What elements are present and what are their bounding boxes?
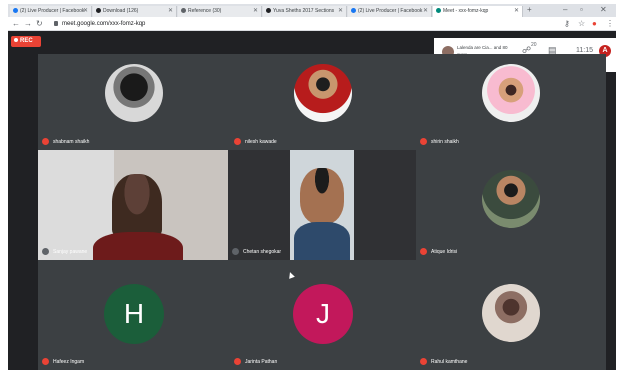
facebook-icon [13, 8, 18, 14]
participant-name: Jarinta Pathan [234, 358, 277, 366]
mic-off-icon [420, 358, 427, 366]
back-icon[interactable]: ← [12, 18, 20, 30]
close-icon[interactable]: ✕ [253, 6, 258, 17]
mic-off-icon [42, 358, 49, 366]
participant-name: shabnam shaikh [42, 138, 89, 146]
tab-label: Yuva Sheths 2017 Sections [273, 8, 335, 14]
participant-initial: J [293, 284, 353, 344]
star-icon[interactable]: ☆ [578, 18, 585, 30]
browser-tab-active[interactable]: Meet - xxx-fomz-kqp ✕ [433, 6, 523, 17]
tab-label: Download (126) [103, 8, 139, 14]
url-field[interactable]: meet.google.com/xxx-fomz-kqp [54, 19, 544, 29]
tab-label: (2) Live Producer | Facebook [358, 8, 423, 14]
new-tab-icon[interactable]: + [527, 5, 532, 14]
close-icon[interactable]: ✕ [423, 6, 428, 17]
browser-tab[interactable]: (2) Live Producer | Facebook ✕ [348, 6, 432, 17]
participant-shirt [294, 222, 350, 260]
close-icon[interactable]: ✕ [338, 6, 343, 17]
mic-off-icon [234, 138, 241, 146]
participant-video[interactable]: Chetan shegokar [228, 150, 416, 260]
participant-tile[interactable]: nilesh kawade [230, 54, 416, 150]
participant-face [112, 174, 162, 236]
screenshot-frame: (2) Live Producer | Facebook ✕ Download … [8, 4, 616, 370]
participant-tile[interactable]: H Hafeez Ingam [38, 260, 230, 370]
participant-tile[interactable]: J Jarinta Pathan [230, 260, 416, 370]
menu-icon[interactable]: ⋮ [606, 18, 614, 30]
participant-tile[interactable]: shirin shaikh [416, 54, 606, 150]
mic-off-icon [234, 358, 241, 366]
recording-badge: REC [11, 36, 41, 47]
mic-off-icon [42, 138, 49, 146]
browser-tab[interactable]: Yuva Sheths 2017 Sections ✕ [263, 6, 347, 17]
browser-tab[interactable]: (2) Live Producer | Facebook ✕ [10, 6, 92, 17]
participant-name: Sanjay pawane [42, 248, 87, 256]
participant-name: nilesh kawade [234, 138, 277, 146]
forward-icon[interactable]: → [24, 18, 32, 30]
participant-tile[interactable]: Rahul kamthane [416, 260, 606, 370]
mic-icon [232, 248, 239, 256]
participant-photo [482, 64, 540, 122]
download-icon [96, 8, 101, 14]
participant-video[interactable]: Sanjay pawane [38, 150, 228, 260]
address-bar: ← → ↻ meet.google.com/xxx-fomz-kqp ⚷ ☆ ●… [8, 17, 616, 31]
mic-icon [42, 248, 49, 256]
record-dot-icon [14, 38, 18, 43]
participant-name: Chetan shegokar [232, 248, 281, 256]
maximize-icon[interactable]: ▫ [580, 4, 583, 16]
participant-tile[interactable]: Atique Idrisi [416, 150, 606, 260]
participant-shirt [93, 232, 183, 260]
mic-off-icon [420, 138, 427, 146]
participant-face [300, 168, 344, 224]
participant-photo [482, 170, 540, 228]
participant-tile[interactable]: shabnam shaikh [38, 54, 230, 150]
tab-label: Meet - xxx-fomz-kqp [443, 8, 489, 14]
close-window-icon[interactable]: ✕ [600, 4, 607, 16]
clock: 11:15 [576, 47, 593, 54]
tab-label: (2) Live Producer | Facebook [20, 8, 85, 14]
browser-tab[interactable]: Reference (30) ✕ [178, 6, 262, 17]
close-icon[interactable]: ✕ [168, 6, 173, 17]
rec-label: REC [20, 38, 33, 44]
minimize-icon[interactable]: – [563, 4, 567, 16]
browser-tab[interactable]: Download (126) ✕ [93, 6, 177, 17]
lock-icon [54, 20, 58, 26]
participant-initial: H [104, 284, 164, 344]
close-icon[interactable]: ✕ [83, 6, 88, 17]
meet-icon [436, 8, 441, 14]
participant-photo [294, 64, 352, 122]
participant-name: shirin shaikh [420, 138, 459, 146]
participant-name: Atique Idrisi [420, 248, 457, 256]
page-icon [266, 8, 271, 14]
people-count: 20 [531, 42, 537, 48]
facebook-icon [351, 8, 356, 14]
page-icon [181, 8, 186, 14]
tab-label: Reference (30) [188, 8, 222, 14]
participant-photo [105, 64, 163, 122]
url-text: meet.google.com/xxx-fomz-kqp [62, 21, 146, 27]
mic-off-icon [420, 248, 427, 256]
key-icon[interactable]: ⚷ [564, 18, 570, 30]
participant-name: Rahul kamthane [420, 358, 467, 366]
close-icon[interactable]: ✕ [514, 6, 519, 17]
browser-tab-bar: (2) Live Producer | Facebook ✕ Download … [8, 4, 616, 17]
reload-icon[interactable]: ↻ [36, 18, 43, 30]
extension-icon[interactable]: ● [592, 18, 597, 30]
participant-name: Hafeez Ingam [42, 358, 84, 366]
participant-photo [482, 284, 540, 342]
